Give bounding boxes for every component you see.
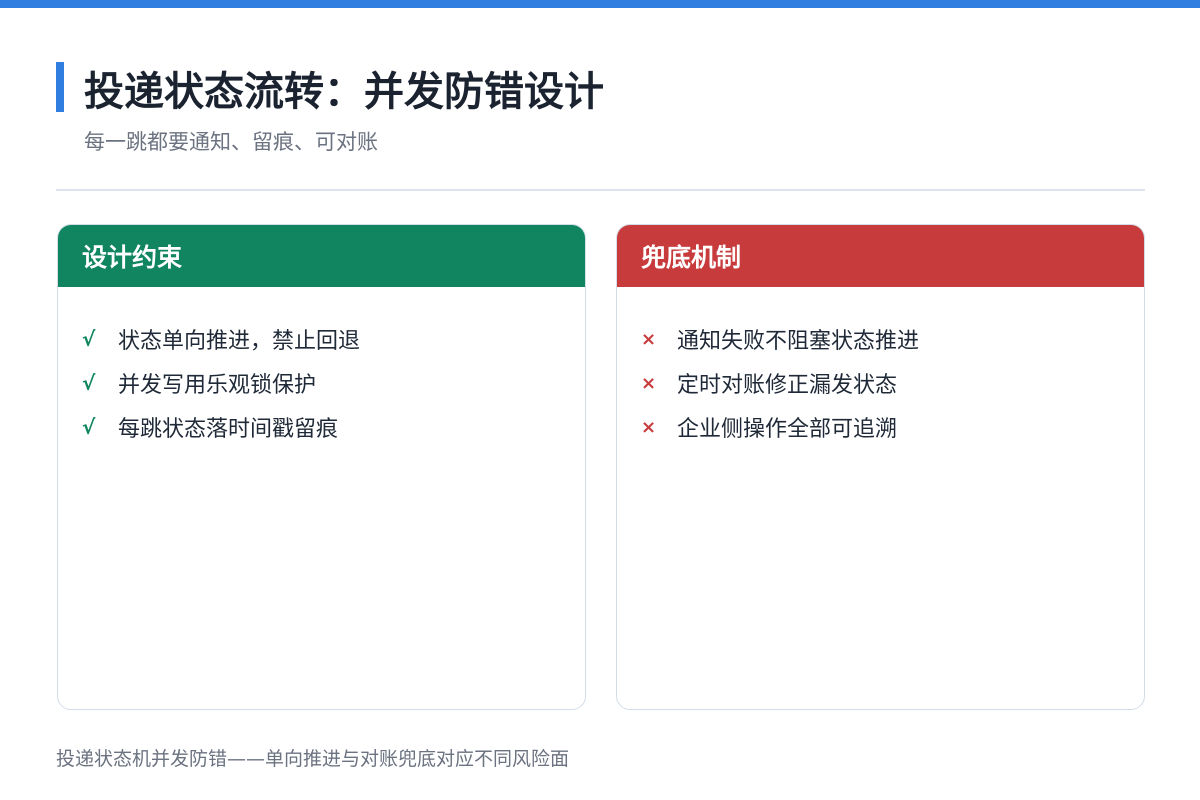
fallback-card-title: 兜底机制 (641, 243, 742, 272)
list-item: × 企业侧操作全部可追溯 (641, 405, 1144, 449)
footer-caption: 投递状态机并发防错——单向推进与对账兜底对应不同风险面 (56, 748, 570, 770)
list-item: √ 每跳状态落时间戳留痕 (82, 405, 585, 449)
list-item-text: 并发写用乐观锁保护 (118, 373, 317, 398)
page-subtitle: 每一跳都要通知、留痕、可对账 (84, 130, 378, 154)
list-item-text: 每跳状态落时间戳留痕 (118, 417, 339, 442)
check-icon: √ (82, 327, 96, 351)
page-title: 投递状态流转：并发防错设计 (84, 69, 604, 115)
constraints-card-header: 设计约束 (58, 225, 585, 287)
list-item: × 定时对账修正漏发状态 (641, 361, 1144, 405)
constraints-list: √ 状态单向推进，禁止回退 √ 并发写用乐观锁保护 √ 每跳状态落时间戳留痕 (58, 287, 585, 449)
list-item: × 通知失败不阻塞状态推进 (641, 317, 1144, 361)
cross-icon: × (641, 416, 657, 438)
title-accent-bar (56, 62, 64, 112)
check-icon: √ (82, 371, 96, 395)
header-divider (56, 189, 1145, 191)
list-item-text: 通知失败不阻塞状态推进 (677, 329, 920, 354)
list-item: √ 并发写用乐观锁保护 (82, 361, 585, 405)
fallback-card-header: 兜底机制 (617, 225, 1144, 287)
check-icon: √ (82, 415, 96, 439)
cross-icon: × (641, 328, 657, 350)
cross-icon: × (641, 372, 657, 394)
list-item-text: 定时对账修正漏发状态 (677, 373, 898, 398)
constraints-card-title: 设计约束 (82, 243, 183, 272)
fallback-card: 兜底机制 × 通知失败不阻塞状态推进 × 定时对账修正漏发状态 × 企业侧操作全… (616, 224, 1145, 710)
list-item-text: 企业侧操作全部可追溯 (677, 417, 898, 442)
constraints-card: 设计约束 √ 状态单向推进，禁止回退 √ 并发写用乐观锁保护 √ 每跳状态落时间… (57, 224, 586, 710)
list-item-text: 状态单向推进，禁止回退 (118, 329, 361, 354)
list-item: √ 状态单向推进，禁止回退 (82, 317, 585, 361)
fallback-list: × 通知失败不阻塞状态推进 × 定时对账修正漏发状态 × 企业侧操作全部可追溯 (617, 287, 1144, 449)
top-accent-bar (0, 0, 1200, 8)
